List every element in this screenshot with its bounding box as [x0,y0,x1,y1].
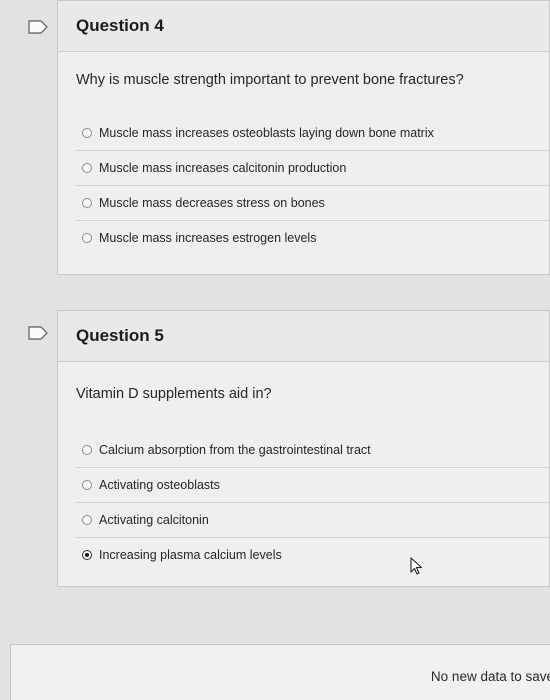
answer-option[interactable]: Muscle mass increases calcitonin product… [76,151,549,186]
option-label: Increasing plasma calcium levels [99,548,282,562]
radio-button-selected[interactable] [82,550,92,560]
question-title: Question 5 [58,311,549,362]
answer-options: Calcium absorption from the gastrointest… [76,433,549,572]
option-label: Muscle mass decreases stress on bones [99,196,325,210]
answer-option[interactable]: Muscle mass increases estrogen levels [76,221,549,255]
radio-button[interactable] [82,233,92,243]
answer-option[interactable]: Activating osteoblasts [76,468,549,503]
flag-question-icon[interactable] [28,20,48,34]
answer-options: Muscle mass increases osteoblasts laying… [76,116,549,255]
answer-option[interactable]: Muscle mass increases osteoblasts laying… [76,116,549,151]
question-card: Question 4 Why is muscle strength import… [57,0,550,275]
option-label: Muscle mass increases estrogen levels [99,231,317,245]
answer-option[interactable]: Muscle mass decreases stress on bones [76,186,549,221]
answer-option[interactable]: Activating calcitonin [76,503,549,538]
option-label: Activating calcitonin [99,513,209,527]
radio-button[interactable] [82,480,92,490]
quiz-page: Question 4 Why is muscle strength import… [0,0,550,700]
radio-button[interactable] [82,163,92,173]
radio-button[interactable] [82,515,92,525]
radio-button[interactable] [82,445,92,455]
question-title: Question 4 [58,1,549,52]
question-prompt: Why is muscle strength important to prev… [76,72,464,88]
option-label: Activating osteoblasts [99,478,220,492]
flag-question-icon[interactable] [28,326,48,340]
option-label: Muscle mass increases calcitonin product… [99,161,347,175]
save-status-bar: No new data to save [10,644,550,700]
answer-option[interactable]: Increasing plasma calcium levels [76,538,549,572]
mouse-pointer-icon [410,557,423,575]
radio-button[interactable] [82,128,92,138]
answer-option[interactable]: Calcium absorption from the gastrointest… [76,433,549,468]
option-label: Calcium absorption from the gastrointest… [99,443,371,457]
question-card: Question 5 Vitamin D supplements aid in?… [57,310,550,587]
option-label: Muscle mass increases osteoblasts laying… [99,126,434,140]
save-status-text: No new data to save [430,669,550,684]
question-prompt: Vitamin D supplements aid in? [76,386,272,402]
radio-button[interactable] [82,198,92,208]
